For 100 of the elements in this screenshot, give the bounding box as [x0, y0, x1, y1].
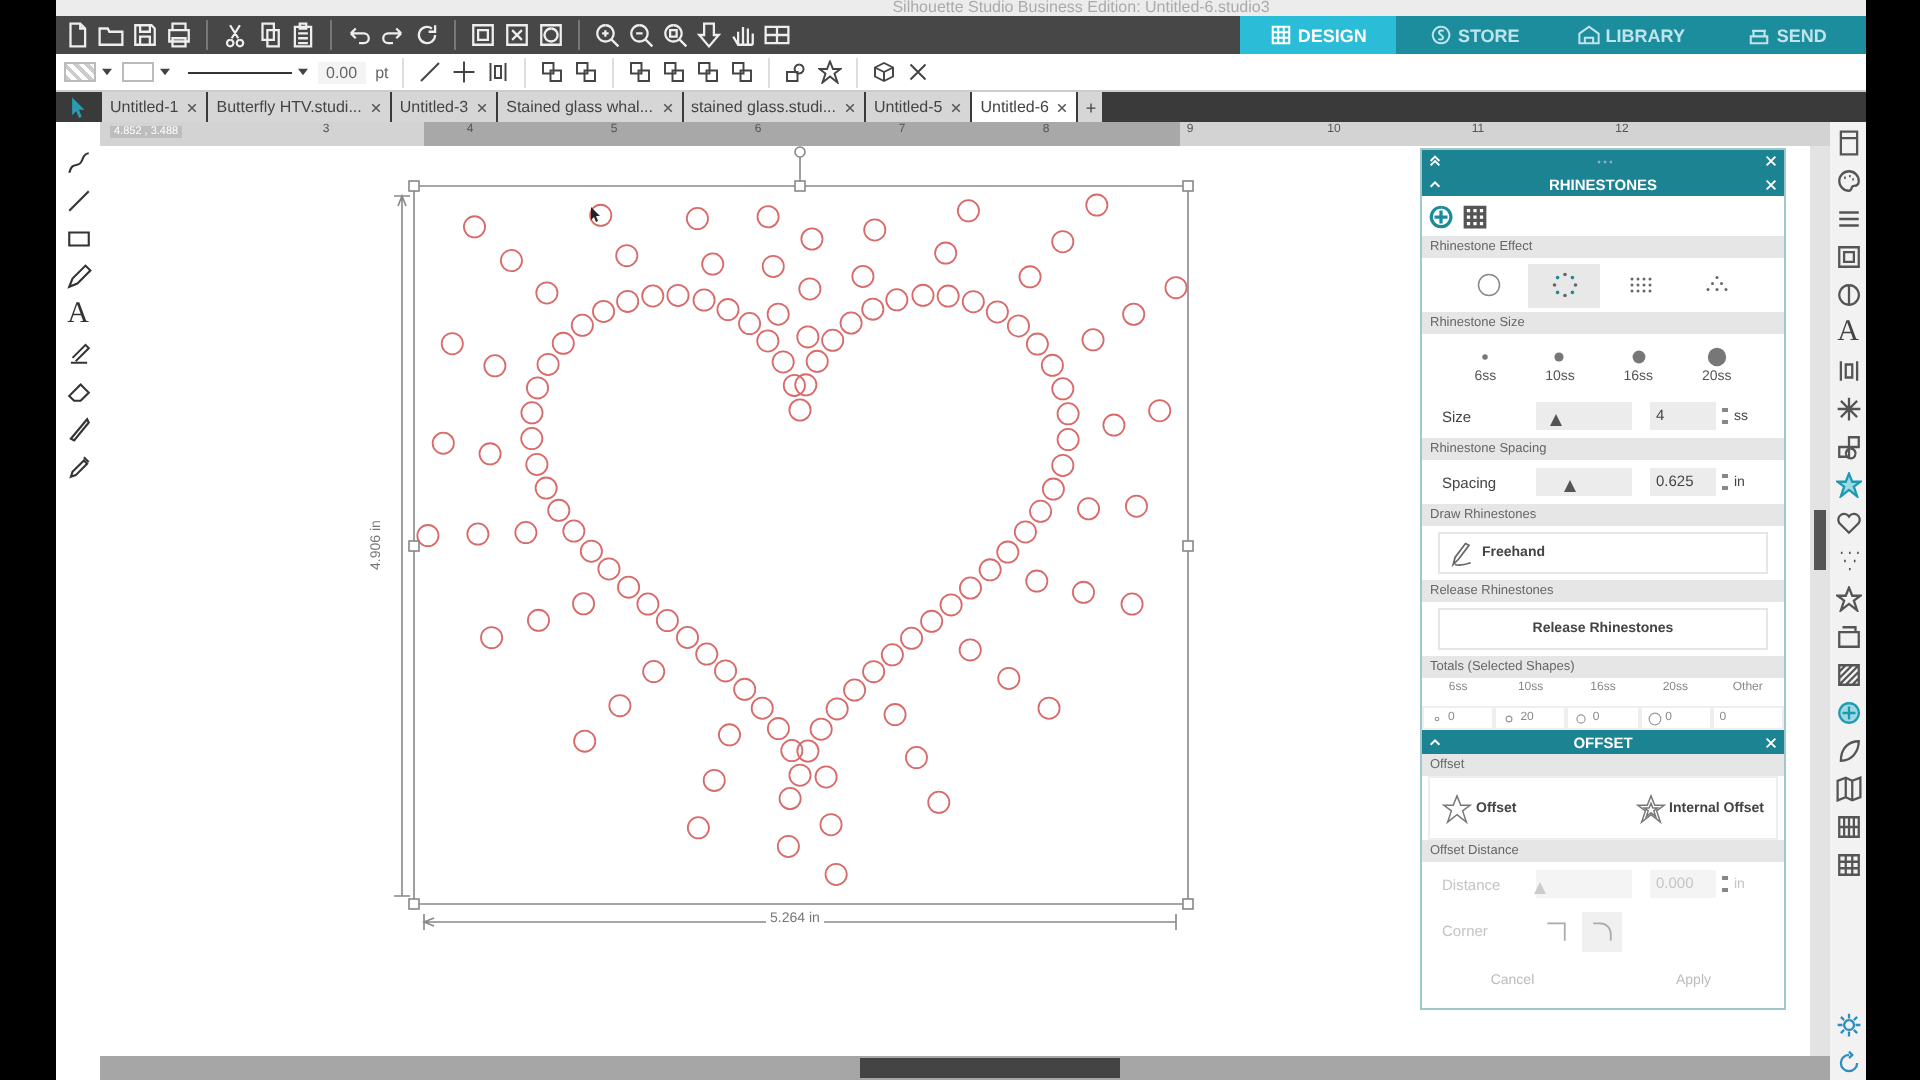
send-to-back-icon[interactable]: [730, 60, 755, 84]
star-icon[interactable]: [818, 60, 843, 84]
knife-icon[interactable]: [65, 416, 91, 442]
text-tool[interactable]: A: [67, 302, 89, 328]
drag-handle-icon[interactable]: [1595, 159, 1611, 163]
shapes-icon[interactable]: [784, 60, 809, 84]
ungroup-icon[interactable]: [504, 22, 530, 48]
scissors-icon[interactable]: [222, 22, 248, 48]
palette-icon[interactable]: [1835, 168, 1861, 194]
effect-option[interactable]: [1528, 263, 1601, 307]
align-icon[interactable]: [486, 60, 511, 84]
copy-icon[interactable]: [256, 22, 282, 48]
collapse-all-icon[interactable]: [1428, 154, 1442, 168]
spinner-icon[interactable]: [1722, 408, 1728, 424]
rhinestone-library-icon[interactable]: [1462, 203, 1488, 229]
replicate-icon[interactable]: [1835, 434, 1861, 460]
print-icon[interactable]: [166, 22, 192, 48]
document-tab[interactable]: stained glass.studi...: [683, 92, 864, 122]
slider[interactable]: [1536, 402, 1632, 430]
folder-icon[interactable]: [98, 22, 124, 48]
rectangle-tool-icon[interactable]: [65, 226, 91, 252]
document-tab[interactable]: Butterfly HTV.studi...: [208, 92, 390, 122]
rhinestone-icon[interactable]: [1835, 700, 1861, 726]
down-arrow-icon[interactable]: [696, 22, 722, 48]
star-icon[interactable]: [1835, 472, 1861, 498]
rhinestone-icon[interactable]: [1428, 203, 1454, 229]
document-tab[interactable]: Untitled-1: [102, 92, 207, 122]
close-icon[interactable]: [843, 101, 856, 113]
document-tab[interactable]: Untitled-3: [391, 92, 497, 122]
line-width-field[interactable]: 0.00: [318, 61, 366, 83]
heart-icon[interactable]: [1835, 510, 1861, 536]
collapse-icon[interactable]: [1428, 735, 1442, 749]
document-tab[interactable]: Untitled-6: [972, 92, 1077, 122]
text-style-button[interactable]: A: [1837, 320, 1859, 346]
sketch-tool-icon[interactable]: [65, 340, 91, 366]
stack-icon[interactable]: [1835, 624, 1861, 650]
document-tab[interactable]: Stained glass whal...: [498, 92, 681, 122]
compound-path-icon[interactable]: [538, 22, 564, 48]
bring-to-front-icon[interactable]: [696, 60, 721, 84]
grid-icon[interactable]: [1835, 852, 1861, 878]
zoom-selection-icon[interactable]: [662, 22, 688, 48]
fill-pattern-swatch[interactable]: [64, 62, 96, 82]
close-icon[interactable]: [906, 60, 931, 84]
scrollbar-thumb[interactable]: [860, 1058, 1120, 1078]
spinner-icon[interactable]: [1722, 474, 1728, 490]
redo-icon[interactable]: [380, 22, 406, 48]
eyedropper-icon[interactable]: [65, 454, 91, 480]
caret-icon[interactable]: [298, 68, 308, 76]
crosshair-icon[interactable]: [452, 60, 477, 84]
hatch-pattern-icon[interactable]: [1835, 662, 1861, 688]
close-icon[interactable]: [1056, 101, 1069, 113]
line-style-preview[interactable]: [188, 71, 292, 73]
map-icon[interactable]: [1835, 776, 1861, 802]
close-icon[interactable]: [661, 101, 673, 113]
pointer-tool-icon[interactable]: [67, 96, 89, 118]
new-page-icon[interactable]: [64, 22, 90, 48]
contrast-icon[interactable]: [1835, 282, 1861, 308]
slider-thumb[interactable]: [1564, 480, 1577, 492]
pencil-icon[interactable]: [65, 264, 91, 290]
send-backward-icon[interactable]: [662, 60, 687, 84]
close-icon[interactable]: [950, 101, 963, 113]
slider[interactable]: [1536, 468, 1632, 496]
settings-icon[interactable]: [1835, 1012, 1861, 1038]
document-tab[interactable]: Untitled-5: [865, 92, 971, 122]
line-color-swatch[interactable]: [122, 62, 154, 82]
layer-icon[interactable]: [540, 60, 565, 84]
line-tool-icon[interactable]: [65, 188, 91, 214]
close-icon[interactable]: [186, 101, 199, 113]
align-icon[interactable]: [1835, 358, 1861, 384]
line-tool-icon[interactable]: [418, 60, 443, 84]
dots-icon[interactable]: [1835, 548, 1861, 574]
caret-icon[interactable]: [160, 68, 170, 76]
burst-icon[interactable]: [1835, 396, 1861, 422]
group-icon[interactable]: [470, 22, 496, 48]
clipboard-icon[interactable]: [290, 22, 316, 48]
cube-icon[interactable]: [872, 60, 897, 84]
fit-to-page-icon[interactable]: [764, 22, 790, 48]
edit-points-icon[interactable]: [65, 150, 91, 176]
scrollbar-thumb[interactable]: [1814, 510, 1826, 570]
layer-icon[interactable]: [574, 60, 599, 84]
texture-icon[interactable]: [1835, 814, 1861, 840]
undo-icon[interactable]: [346, 22, 372, 48]
zoom-in-icon[interactable]: [594, 22, 620, 48]
circular-arrows-icon[interactable]: [414, 22, 440, 48]
close-icon[interactable]: [476, 101, 489, 113]
caret-icon[interactable]: [102, 68, 112, 76]
lines-icon[interactable]: [1835, 206, 1861, 232]
collapse-icon[interactable]: [1428, 177, 1442, 191]
circular-arrow-icon[interactable]: [1835, 1050, 1861, 1076]
eraser-icon[interactable]: [65, 378, 91, 404]
leaf-icon[interactable]: [1835, 738, 1861, 764]
save-icon[interactable]: [132, 22, 158, 48]
hand-icon[interactable]: [730, 22, 756, 48]
page-setup-icon[interactable]: [1835, 130, 1861, 156]
zoom-out-icon[interactable]: [628, 22, 654, 48]
bring-forward-icon[interactable]: [628, 60, 653, 84]
star-icon[interactable]: [1835, 586, 1861, 612]
slider-thumb[interactable]: [1549, 414, 1562, 426]
close-icon[interactable]: [369, 101, 382, 113]
fill-icon[interactable]: [1835, 244, 1861, 270]
